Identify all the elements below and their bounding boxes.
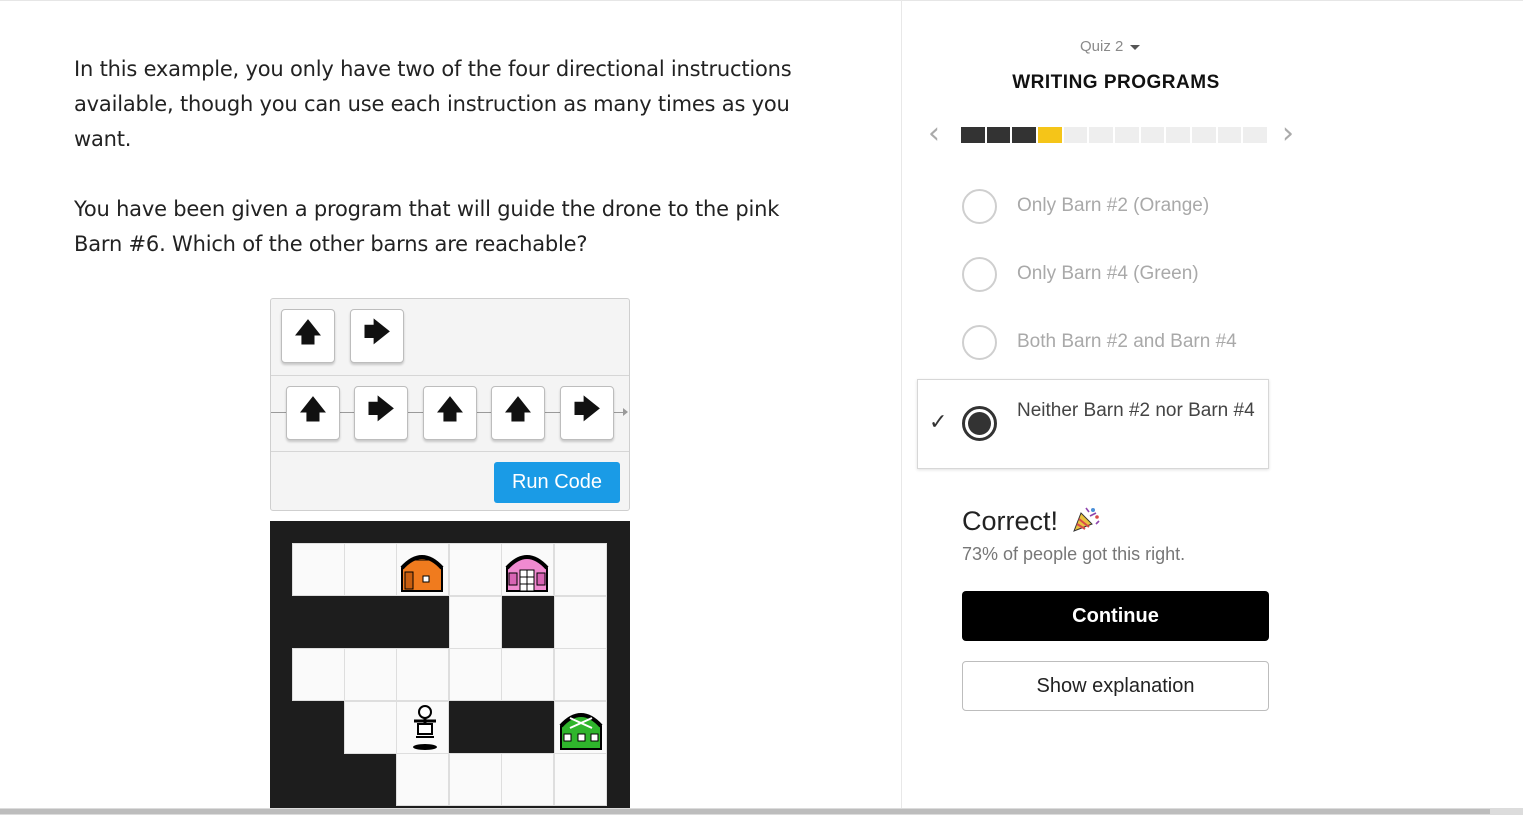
show-explanation-button[interactable]: Show explanation [962, 661, 1269, 711]
progress-bar [961, 127, 1268, 143]
party-popper-icon [1073, 507, 1100, 532]
next-chevron-icon[interactable]: › [1282, 119, 1294, 149]
progress-segment [1217, 127, 1242, 143]
lesson-text: In this example, you only have two of th… [74, 52, 814, 297]
map-cell [554, 753, 607, 806]
progress-segment [986, 127, 1011, 143]
map-cell [344, 648, 397, 701]
map-cell [292, 648, 345, 701]
progress-segment [1192, 127, 1216, 143]
map-cell [449, 648, 502, 701]
option-label: Only Barn #4 (Green) [1017, 263, 1199, 284]
continue-button[interactable]: Continue [962, 591, 1269, 641]
progress-segment [961, 127, 985, 143]
lesson-paragraph: You have been given a program that will … [74, 197, 780, 256]
arrow-up-icon: 🡅 [299, 395, 327, 425]
answer-option[interactable]: Only Barn #2 (Orange) [962, 189, 1268, 224]
prev-chevron-icon[interactable]: ‹ [928, 119, 940, 149]
orange-barn-icon [400, 555, 444, 592]
scrollbar-thumb[interactable] [0, 809, 1490, 814]
progress-segment [1089, 127, 1114, 143]
option-label: Neither Barn #2 nor Barn #4 [1017, 400, 1255, 421]
horizontal-scrollbar[interactable] [0, 808, 1523, 815]
map-cell [554, 596, 607, 649]
program-up-block[interactable]: 🡅 [423, 386, 477, 440]
instruction-palette: 🡅 🡆 [271, 299, 629, 376]
map-cell [554, 543, 607, 596]
arrow-right-icon: 🡆 [367, 395, 395, 425]
arrow-up-icon: 🡅 [294, 318, 322, 348]
arrow-right-icon: 🡆 [573, 395, 601, 425]
map-cell [449, 543, 502, 596]
progress-segment [1166, 127, 1191, 143]
column-divider [901, 0, 902, 808]
arrow-right-icon: 🡆 [363, 318, 391, 348]
radio-button-selected[interactable] [962, 406, 997, 441]
option-label: Both Barn #2 and Barn #4 [1017, 331, 1237, 352]
radio-button[interactable] [962, 325, 997, 360]
result-title: Correct! [962, 506, 1059, 536]
radio-button[interactable] [962, 189, 997, 224]
code-panel: 🡅 🡆 🡅 🡆 🡅 🡅 🡆 Run Code [270, 298, 630, 511]
grid-map [270, 521, 630, 808]
progress-segment [1115, 127, 1139, 143]
progress-segment [1243, 127, 1268, 143]
map-cell [501, 753, 554, 806]
map-cell [554, 648, 607, 701]
map-cell [344, 543, 397, 596]
run-code-button[interactable]: Run Code [494, 462, 620, 503]
quiz-selector[interactable]: Quiz 2 [1080, 38, 1141, 55]
program-end-arrow [623, 408, 628, 416]
arrow-up-icon: 🡅 [504, 395, 532, 425]
map-cell [344, 701, 397, 754]
palette-up-block[interactable]: 🡅 [281, 309, 335, 363]
checkmark-icon: ✓ [929, 410, 948, 435]
program-right-block[interactable]: 🡆 [354, 386, 408, 440]
program-right-block[interactable]: 🡆 [560, 386, 614, 440]
progress-segment [1140, 127, 1165, 143]
map-cell [449, 596, 502, 649]
caret-down-icon [1130, 44, 1141, 50]
result-stat: 73% of people got this right. [962, 544, 1186, 564]
quiz-label: Quiz 2 [1080, 38, 1124, 55]
answer-option[interactable]: Both Barn #2 and Barn #4 [962, 325, 1268, 360]
map-cell [292, 543, 345, 596]
map-cell [449, 753, 502, 806]
program-sequence: 🡅 🡆 🡅 🡅 🡆 [271, 376, 629, 452]
map-cell [501, 648, 554, 701]
progress-segment [1012, 127, 1037, 143]
green-barn-icon [559, 713, 603, 750]
answer-option[interactable]: Only Barn #4 (Green) [962, 257, 1268, 292]
radio-dot [968, 412, 991, 435]
option-label: Only Barn #2 (Orange) [1017, 195, 1210, 216]
palette-right-block[interactable]: 🡆 [350, 309, 404, 363]
arrow-up-icon: 🡅 [436, 395, 464, 425]
top-border [0, 0, 1523, 1]
map-cell [396, 648, 449, 701]
progress-segment [1063, 127, 1088, 143]
pink-barn-icon [505, 555, 549, 592]
progress-segment [1038, 127, 1062, 143]
program-up-block[interactable]: 🡅 [286, 386, 340, 440]
radio-button[interactable] [962, 257, 997, 292]
program-up-block[interactable]: 🡅 [491, 386, 545, 440]
drone-icon [413, 705, 437, 750]
map-cell [396, 753, 449, 806]
quiz-title: WRITING PROGRAMS [1012, 72, 1220, 93]
lesson-paragraph: In this example, you only have two of th… [74, 57, 792, 151]
